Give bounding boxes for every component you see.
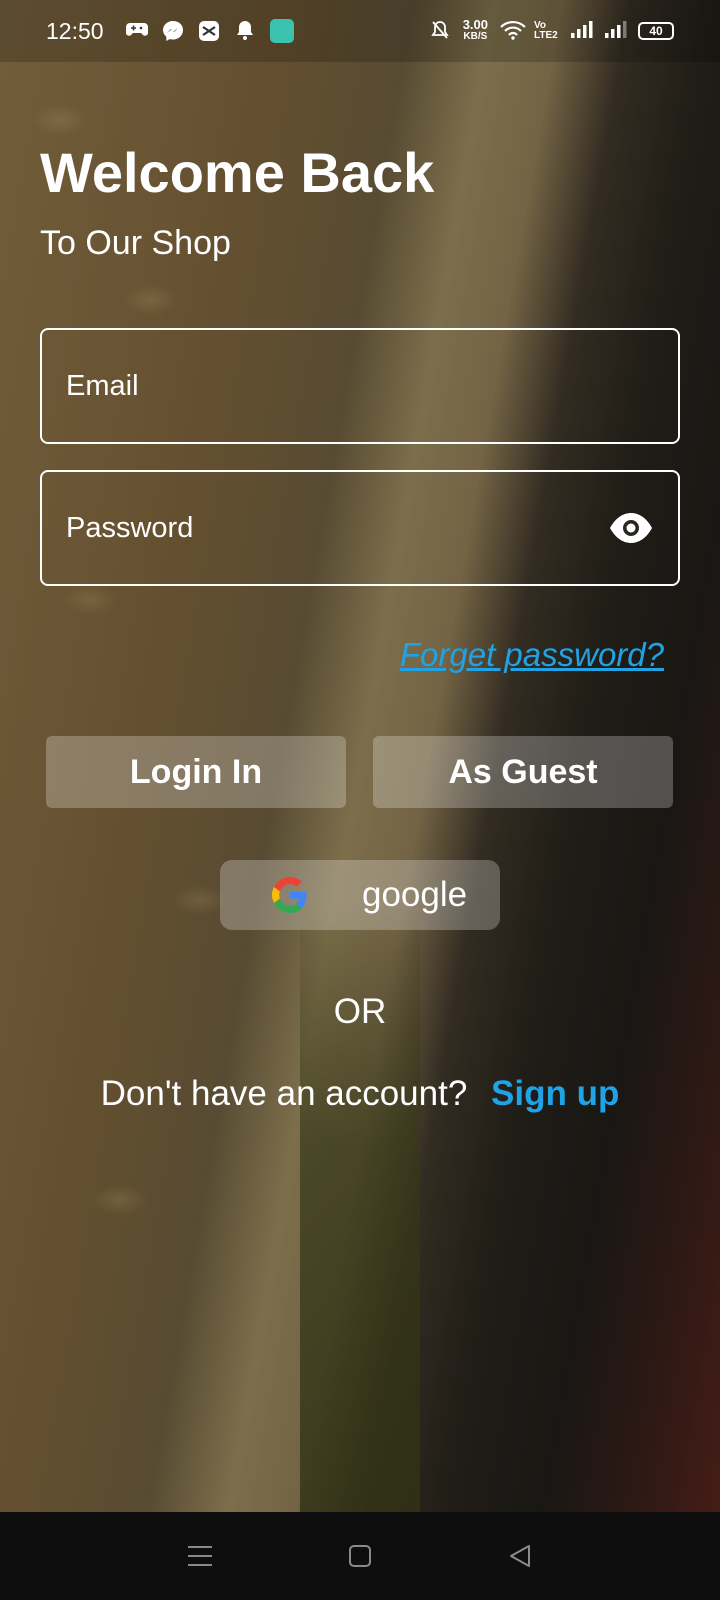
or-divider: OR <box>333 992 387 1031</box>
password-field[interactable]: Password <box>40 470 680 586</box>
google-icon <box>272 877 308 913</box>
eye-icon[interactable] <box>608 508 654 548</box>
login-screen: Welcome Back To Our Shop Email Password … <box>0 0 720 1512</box>
forgot-password-link[interactable]: Forget password? <box>400 636 664 674</box>
login-button[interactable]: Login In <box>46 736 346 808</box>
email-placeholder: Email <box>66 369 139 402</box>
system-nav-bar <box>0 1512 720 1600</box>
guest-button[interactable]: As Guest <box>373 736 673 808</box>
back-icon[interactable] <box>500 1536 540 1576</box>
google-label: google <box>362 875 468 914</box>
page-subtitle: To Our Shop <box>40 224 231 262</box>
home-icon[interactable] <box>340 1536 380 1576</box>
menu-icon[interactable] <box>180 1536 220 1576</box>
signup-link[interactable]: Sign up <box>491 1074 619 1113</box>
signup-row: Don't have an account? Sign up <box>0 1074 720 1114</box>
email-field[interactable]: Email <box>40 328 680 444</box>
page-title: Welcome Back <box>40 141 435 204</box>
signup-prompt: Don't have an account? <box>100 1074 468 1113</box>
password-placeholder: Password <box>66 511 194 544</box>
google-signin-button[interactable]: google <box>220 860 500 930</box>
